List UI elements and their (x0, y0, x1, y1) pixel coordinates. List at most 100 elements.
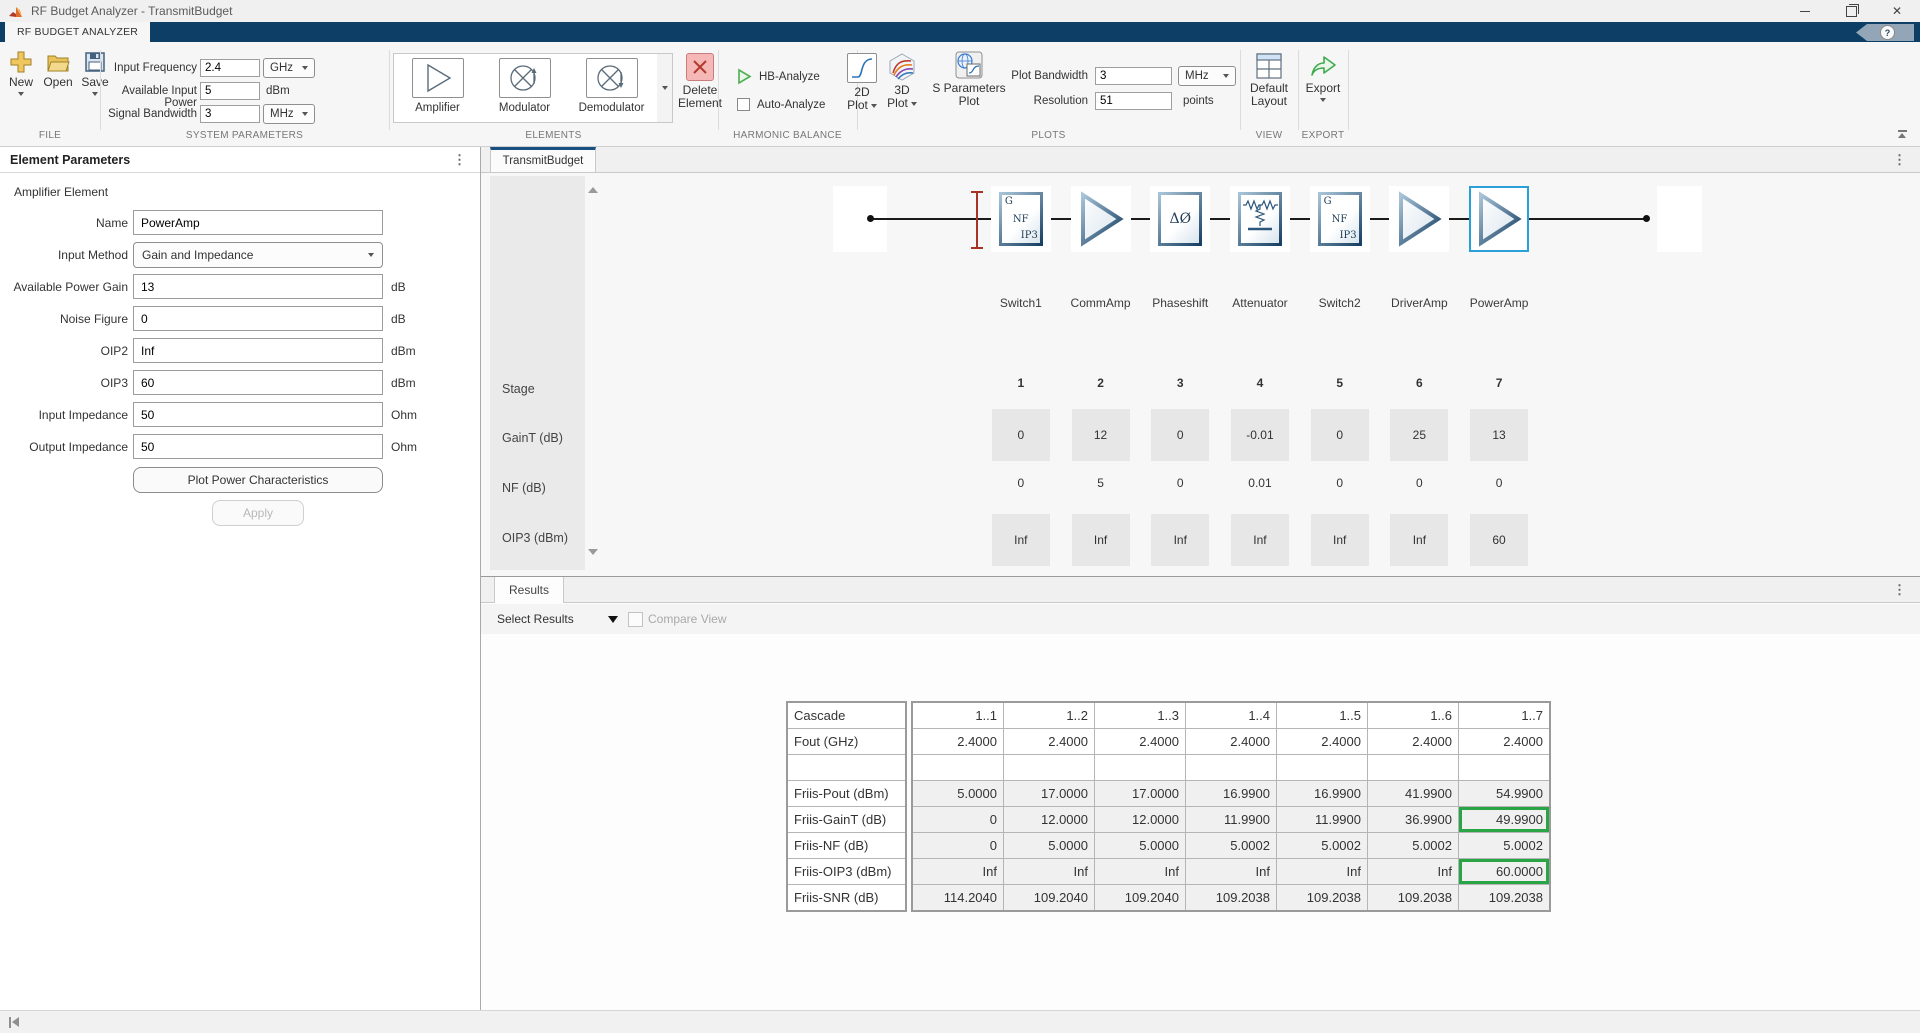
plot-bandwidth-unit-dropdown[interactable]: MHz (1178, 66, 1236, 86)
oip3-value[interactable]: Inf (1390, 514, 1449, 566)
amplifier-button[interactable]: Amplifier (394, 54, 481, 122)
close-button[interactable]: ✕ (1874, 0, 1920, 22)
oip2-field[interactable] (133, 338, 383, 363)
input-frequency-field[interactable] (200, 59, 260, 77)
results-strip-menu-button[interactable]: ⋮ (1893, 582, 1906, 598)
nf-value: 0 (1017, 476, 1025, 490)
tab-transmitbudget[interactable]: TransmitBudget (490, 147, 596, 172)
auto-analyze-checkbox[interactable]: Auto-Analyze (737, 98, 825, 111)
gain-value[interactable]: 0 (991, 409, 1050, 461)
results-cell (1368, 755, 1458, 780)
chain-element-phaseshift[interactable]: ΔØ (1140, 186, 1220, 252)
phase-shift-element-icon: ΔØ (1158, 192, 1203, 246)
oip3-field[interactable] (133, 370, 383, 395)
restore-button[interactable] (1828, 0, 1874, 22)
section-label-system-parameters: SYSTEM PARAMETERS (185, 130, 304, 141)
new-button[interactable]: New (4, 51, 38, 96)
results-header-label: Cascade (788, 703, 905, 728)
gain-value[interactable]: 13 (1470, 409, 1529, 461)
checkbox-icon (737, 98, 750, 111)
open-button[interactable]: Open (41, 51, 75, 89)
elements-gallery-expand[interactable] (657, 53, 673, 123)
gain-value[interactable]: 0 (1151, 409, 1210, 461)
compare-view-label: Compare View (648, 612, 727, 626)
results-cell (1277, 755, 1367, 780)
tab-results[interactable]: Results (494, 577, 565, 603)
results-col-header: 1..2 (1004, 703, 1094, 728)
figure-strip-menu-button[interactable]: ⋮ (1893, 152, 1906, 168)
tab-rf-budget-analyzer[interactable]: RF BUDGET ANALYZER (5, 22, 151, 42)
panel-menu-button[interactable]: ⋮ (453, 153, 466, 166)
signal-bandwidth-field[interactable] (200, 105, 260, 123)
name-field[interactable] (133, 210, 383, 235)
app-logo-icon (9, 7, 22, 17)
signal-bandwidth-unit-dropdown[interactable]: MHz (263, 104, 315, 124)
export-button[interactable]: Export (1302, 53, 1344, 102)
scroll-up-icon[interactable] (588, 187, 598, 193)
compare-view-checkbox[interactable] (628, 612, 643, 627)
results-cell: 2.4000 (1368, 729, 1458, 754)
hb-analyze-button[interactable]: HB-Analyze (737, 68, 820, 85)
nf-value: 0 (1176, 476, 1184, 490)
available-input-power-field[interactable] (200, 82, 260, 100)
gain-value[interactable]: 0 (1310, 409, 1369, 461)
oip3-value[interactable]: Inf (1310, 514, 1369, 566)
output-impedance-field[interactable] (133, 434, 383, 459)
chain-element-switch2[interactable]: G NF IP3 (1300, 186, 1380, 252)
resolution-field[interactable] (1095, 92, 1172, 110)
results-cell (1459, 755, 1549, 780)
oip3-value[interactable]: 60 (1470, 514, 1529, 566)
chain-element-driveramp[interactable] (1380, 186, 1460, 252)
chevron-down-icon (302, 112, 308, 116)
results-cell: 5.0000 (913, 781, 1003, 806)
gain-value[interactable]: 12 (1071, 409, 1130, 461)
stage-label-column: Stage GainT (dB) NF (dB) OIP3 (dBm) (490, 176, 585, 570)
results-row-label: Friis-NF (dB) (788, 833, 905, 858)
results-cell: 114.2040 (913, 885, 1003, 910)
available-power-gain-field[interactable] (133, 274, 383, 299)
chain-element-poweramp-selected[interactable] (1459, 186, 1539, 252)
oip3-value[interactable]: Inf (1071, 514, 1130, 566)
plot-bandwidth-field[interactable] (1095, 67, 1172, 85)
results-col-header: 1..7 (1459, 703, 1549, 728)
oip3-value[interactable]: Inf (1230, 514, 1289, 566)
results-cell (913, 755, 1003, 780)
input-impedance-field[interactable] (133, 402, 383, 427)
select-results-dropdown[interactable] (608, 616, 618, 623)
chain-element-switch1[interactable]: G NF IP3 (981, 186, 1061, 252)
chain-element-attenuator[interactable] (1220, 186, 1300, 252)
noise-figure-label: Noise Figure (59, 312, 128, 326)
modulator-button[interactable]: Modulator (481, 54, 568, 122)
help-button[interactable]: ? (1856, 24, 1914, 41)
input-frequency-unit-dropdown[interactable]: GHz (263, 58, 315, 78)
chain-names-row: Switch1 CommAmp Phaseshift Attenuator Sw… (981, 295, 1539, 311)
minimize-button[interactable] (1782, 0, 1828, 22)
chain-element-commamp[interactable] (1061, 186, 1141, 252)
section-label-elements: ELEMENTS (525, 130, 582, 141)
demodulator-button[interactable]: Demodulator (568, 54, 655, 122)
oip3-value[interactable]: Inf (1151, 514, 1210, 566)
gain-value[interactable]: -0.01 (1230, 409, 1289, 461)
apply-button[interactable]: Apply (212, 500, 304, 526)
gain-value[interactable]: 25 (1390, 409, 1449, 461)
plot-power-characteristics-button[interactable]: Plot Power Characteristics (133, 467, 383, 493)
default-layout-button[interactable]: Default Layout (1246, 53, 1292, 108)
scroll-down-icon[interactable] (588, 549, 598, 555)
results-row-label: Friis-OIP3 (dBm) (788, 859, 905, 884)
noise-figure-field[interactable] (133, 306, 383, 331)
stage-number: 3 (1176, 376, 1184, 390)
3d-plot-button[interactable]: 3D Plot (885, 53, 919, 110)
gain-row-label: GainT (dB) (502, 431, 563, 445)
results-cell: 5.0002 (1368, 833, 1458, 858)
2d-plot-button[interactable]: 2D Plot (845, 53, 879, 112)
open-icon (47, 55, 70, 72)
results-cell-highlighted: 60.0000 (1459, 859, 1549, 884)
collapse-ribbon-button[interactable] (1896, 130, 1908, 140)
amplifier-icon (411, 58, 464, 98)
results-row-label: Fout (GHz) (788, 729, 905, 754)
collapse-panel-icon[interactable] (9, 1016, 19, 1028)
s-parameters-plot-button[interactable]: S Parameters Plot (930, 51, 1008, 108)
oip3-value[interactable]: Inf (991, 514, 1050, 566)
delete-element-button[interactable]: Delete Element (676, 53, 724, 110)
input-method-dropdown[interactable]: Gain and Impedance (133, 242, 383, 268)
